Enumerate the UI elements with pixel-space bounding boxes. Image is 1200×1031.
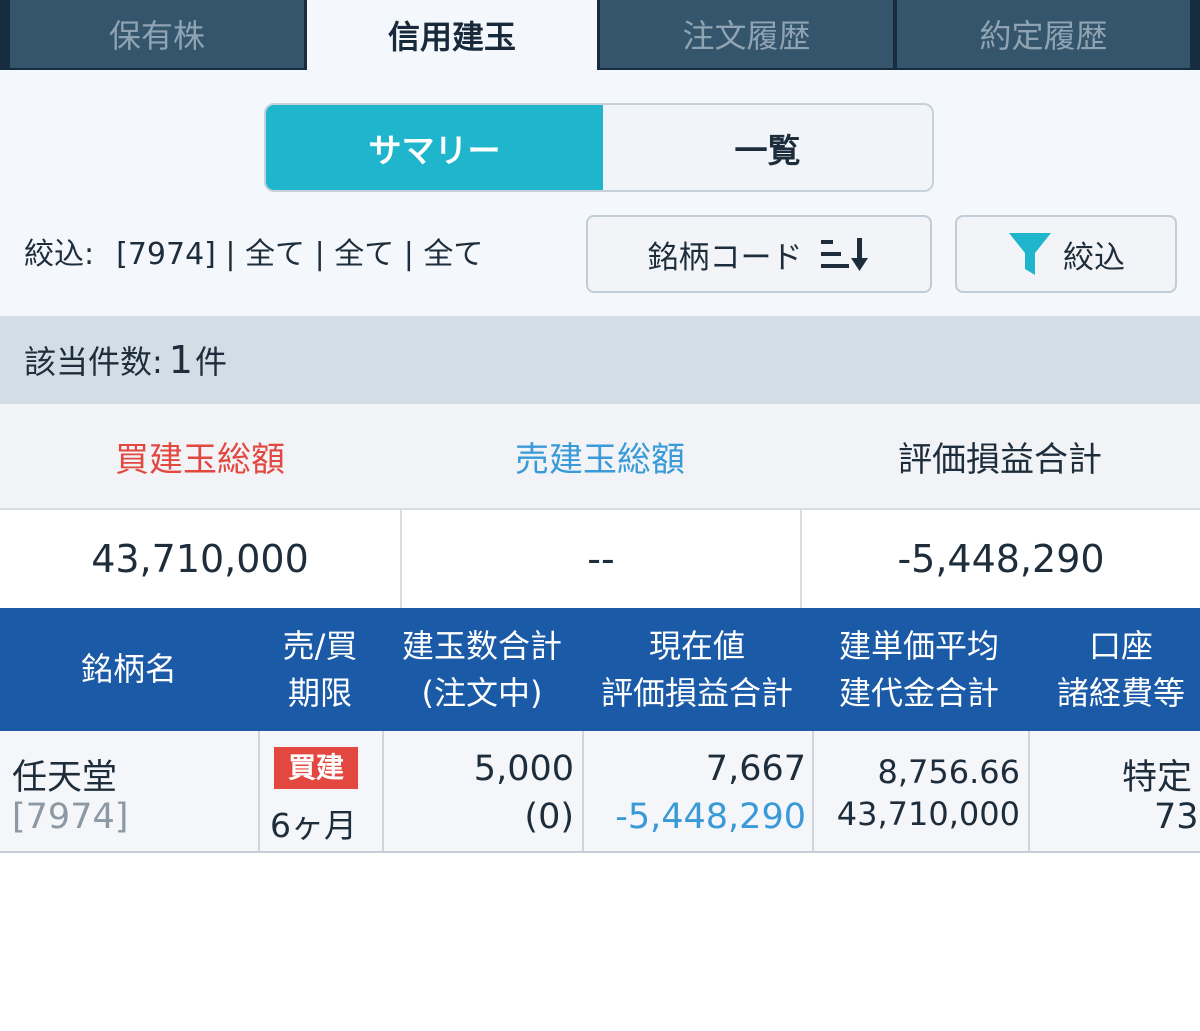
- quantity-pending: (0): [524, 797, 574, 837]
- total-cost: 43,710,000: [836, 795, 1020, 833]
- col-account-fees: 口座 諸経費等: [1056, 626, 1185, 712]
- top-tab-bar: 保有株 信用建玉 注文履歴 約定履歴: [0, 0, 1200, 70]
- buy-badge: 買建: [274, 747, 359, 789]
- quantity: 5,000: [473, 749, 574, 789]
- tab-margin-positions[interactable]: 信用建玉: [307, 0, 597, 70]
- table-header: 銘柄名 売/買 期限 建玉数合計 (注文中) 現在値 評価損益合計 建単価平均 建代金合…: [0, 608, 1200, 731]
- cell-quantity: 5,000 (0): [382, 731, 582, 851]
- view-segment-control: サマリー 一覧: [264, 103, 934, 192]
- fees: 73: [1154, 797, 1199, 837]
- valuation-pnl-total-value: -5,448,290: [800, 510, 1200, 608]
- col-avg-cost: 建単価平均 建代金合計: [838, 626, 999, 712]
- current-price: 7,667: [705, 749, 806, 789]
- average-price: 8,756.66: [877, 753, 1021, 791]
- cell-stock: 任天堂 [7974]: [0, 731, 258, 851]
- col-side-term: 売/買 期限: [282, 626, 358, 712]
- sort-descending-icon: [819, 234, 871, 274]
- term: 6ヶ月: [270, 806, 357, 845]
- filter-label: 絞込:: [24, 237, 95, 272]
- sort-button-label: 銘柄コード: [647, 239, 803, 276]
- summary-values: 43,710,000 -- -5,448,290: [0, 508, 1200, 608]
- filter-button[interactable]: 絞込: [955, 215, 1177, 293]
- count-suffix: 件: [194, 343, 227, 381]
- cell-side-term: 買建 6ヶ月: [258, 731, 382, 851]
- cell-price-pnl: 7,667 -5,448,290: [582, 731, 812, 851]
- col-quantity: 建玉数合計 (注文中): [401, 626, 562, 712]
- col-stock-name: 銘柄名: [80, 650, 177, 688]
- count-value: 1: [168, 338, 193, 382]
- funnel-icon: [1007, 229, 1053, 279]
- summary-header: 買建玉総額 売建玉総額 評価損益合計: [0, 404, 1200, 508]
- result-count-bar: 該当件数: 1 件: [0, 316, 1200, 404]
- buy-position-total-value: 43,710,000: [91, 537, 309, 581]
- stock-code: [7974]: [12, 797, 129, 837]
- segment-list[interactable]: 一覧: [603, 105, 932, 190]
- cell-account-fees: 特定 73: [1028, 731, 1200, 851]
- col-price-pnl: 現在値 評価損益合計: [600, 626, 793, 712]
- valuation-pnl-total-label: 評価損益合計: [898, 439, 1102, 480]
- filter-button-label: 絞込: [1063, 239, 1125, 276]
- filter-value: [7974] | 全て | 全て | 全て: [116, 237, 484, 272]
- tab-execution-history[interactable]: 約定履歴: [897, 0, 1190, 68]
- tab-holdings[interactable]: 保有株: [10, 0, 304, 68]
- cell-avg-cost: 8,756.66 43,710,000: [812, 731, 1028, 851]
- account-type: 特定: [1122, 758, 1193, 798]
- row-pnl: -5,448,290: [615, 797, 806, 837]
- sell-position-total-label: 売建玉総額: [515, 439, 685, 480]
- stock-name: 任天堂: [12, 758, 118, 798]
- filter-status: 絞込: [7974] | 全て | 全て | 全て: [24, 232, 483, 278]
- count-prefix: 該当件数:: [24, 343, 163, 381]
- buy-position-total-label: 買建玉総額: [115, 439, 285, 480]
- sort-button[interactable]: 銘柄コード: [586, 215, 932, 293]
- segment-summary[interactable]: サマリー: [266, 105, 603, 190]
- sell-position-total-value: --: [400, 510, 800, 608]
- table-row[interactable]: 任天堂 [7974] 買建 6ヶ月 5,000 (0) 7,667 -5,448…: [0, 731, 1200, 853]
- tab-order-history[interactable]: 注文履歴: [600, 0, 893, 68]
